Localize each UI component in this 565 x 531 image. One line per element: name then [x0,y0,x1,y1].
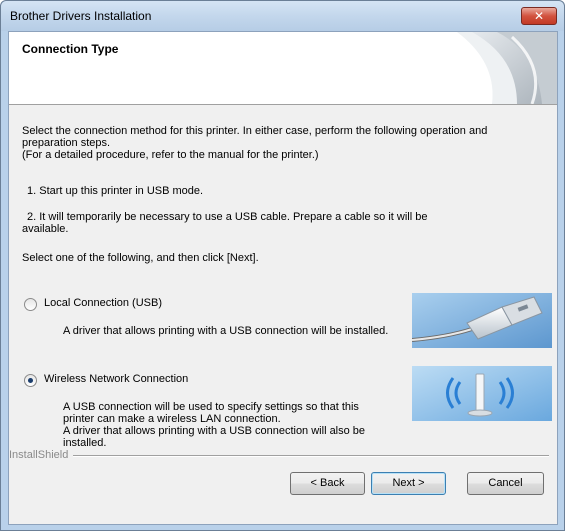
usb-cable-icon [412,293,552,348]
page-title: Connection Type [22,42,119,56]
divider-rule [73,455,549,457]
intro-line-2: preparation steps. [22,137,111,149]
intro-line-1: Select the connection method for this pr… [22,125,488,137]
installshield-brand: InstallShield [9,449,73,461]
cancel-button[interactable]: Cancel [467,472,544,495]
step-2-line-2: available. [22,223,69,235]
wireless-connection-label[interactable]: Wireless Network Connection [44,373,188,385]
installer-window: Brother Drivers Installation ✕ Connectio… [0,0,565,531]
step-1-text: 1. Start up this printer in USB mode. [27,185,204,197]
header-swoosh-graphic [457,32,557,104]
wizard-header: Connection Type [9,32,557,105]
local-desc-line-1: A driver that allows printing with a USB… [63,325,389,337]
title-bar[interactable]: Brother Drivers Installation ✕ [1,1,564,31]
intro-text: Select the connection method for this pr… [22,125,487,161]
installshield-divider: InstallShield [9,449,557,461]
local-connection-label[interactable]: Local Connection (USB) [44,297,162,309]
wireless-connection-radio[interactable] [24,374,37,387]
wireless-image [412,366,552,421]
step-2-line-1: 2. It will temporarily be necessary to u… [27,211,428,223]
local-connection-radio[interactable] [24,298,37,311]
wireless-desc-line-1: A USB connection will be used to specify… [63,401,359,413]
dialog-client-area: Connection Type Select the connection me… [8,31,558,525]
wireless-desc-line-4: installed. [63,437,107,449]
step-2-text: 2. It will temporarily be necessary to u… [22,211,427,235]
close-button[interactable]: ✕ [521,7,557,25]
intro-line-3: (For a detailed procedure, refer to the … [22,149,319,161]
usb-cable-image [412,293,552,348]
wireless-signal-icon [412,366,552,421]
local-connection-description: A driver that allows printing with a USB… [63,325,443,337]
next-button[interactable]: Next > [371,472,446,495]
back-button[interactable]: < Back [290,472,365,495]
wireless-desc-line-2: printer can make a wireless LAN connecti… [63,413,281,425]
close-icon: ✕ [533,9,545,23]
wireless-connection-description: A USB connection will be used to specify… [63,401,423,449]
instruction-text: Select one of the following, and then cl… [22,252,259,264]
wireless-desc-line-3: A driver that allows printing with a USB… [63,425,366,437]
window-title: Brother Drivers Installation [10,9,152,23]
